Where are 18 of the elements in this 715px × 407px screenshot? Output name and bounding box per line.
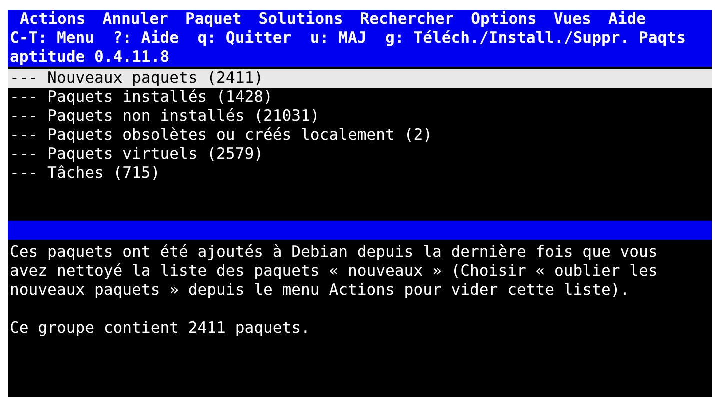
description-text: Ce groupe contient 2411 paquets. [9,319,310,338]
tree-item[interactable]: --- Paquets obsolètes ou créés localement (2) [8,126,438,145]
tree-item[interactable]: --- Paquets installés (1428) [8,88,279,107]
menu-item[interactable]: Vues [554,10,592,29]
description-text: Ces paquets ont été ajoutés à Debian depuis la dernière fois que vous avez nettoyé la liste des paquets « nouveaux » (Choisir « oublier les nouveaux paquets » depuis le menu Actions pour vider cette liste). [9,243,658,300]
version-title: aptitude 0.4.11.8 [10,48,170,66]
tree-item[interactable]: --- Paquets virtuels (2579) [8,145,270,164]
tree-item[interactable]: --- Nouveaux paquets (2411) [8,69,712,88]
menu-item[interactable]: Annuler [102,10,168,29]
menu-item[interactable]: Solutions [258,10,344,29]
menu-item[interactable]: Rechercher [360,10,454,29]
shortcut-hints: C-T: Menu ?: Aide q: Quitter u: MAJ g: Téléch./Install./Suppr. Paqts [10,29,686,47]
menu-item[interactable]: Actions [20,10,86,29]
menu-item[interactable]: Paquet [185,10,242,29]
menu-item[interactable]: Aide [608,10,646,29]
tree-item[interactable]: --- Tâches (715) [8,164,166,183]
tree-item[interactable]: --- Paquets non installés (21031) [8,107,326,126]
menu-item[interactable]: Options [471,10,537,29]
